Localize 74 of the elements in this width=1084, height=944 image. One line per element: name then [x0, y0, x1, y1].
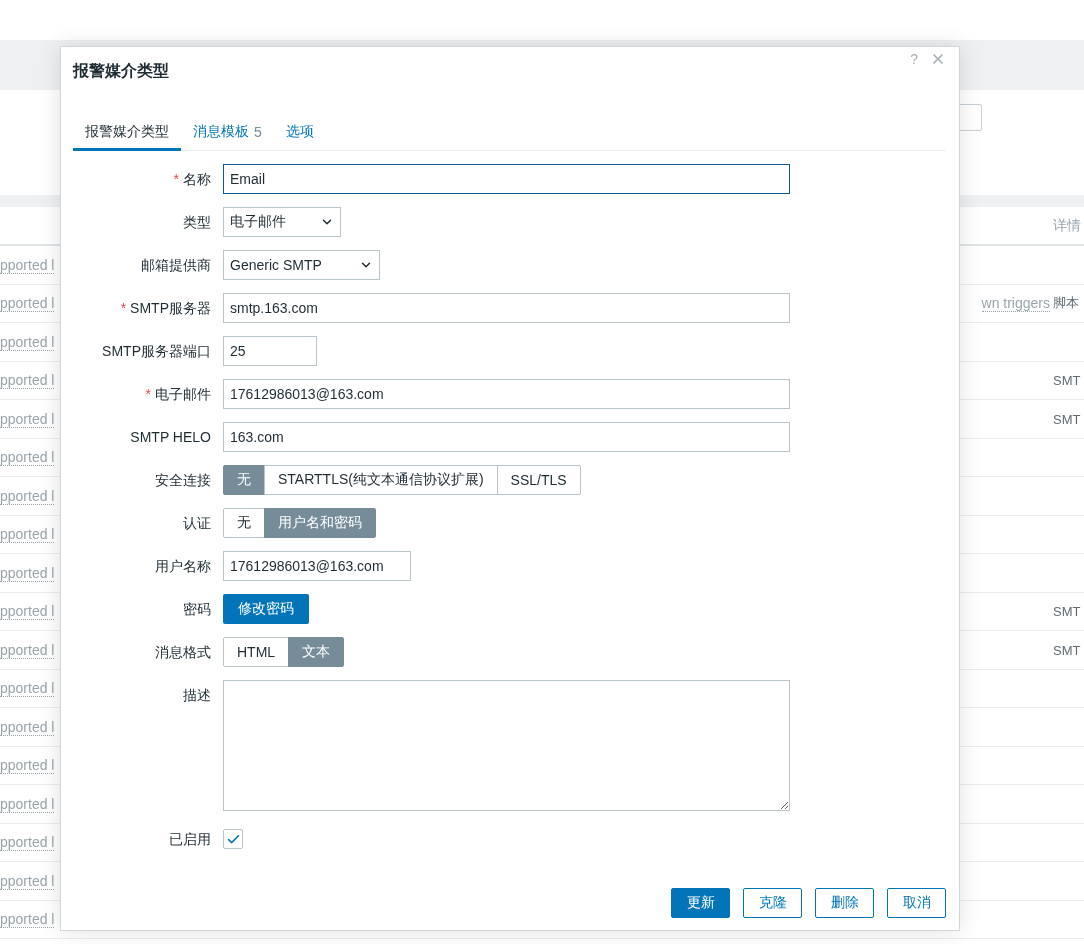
table-link[interactable]: pported l: [0, 603, 55, 621]
select-field[interactable]: Generic SMTP: [223, 250, 380, 280]
dialog-button[interactable]: 更新: [671, 888, 730, 918]
text-field[interactable]: 17612986013@163.com: [223, 551, 411, 581]
table-link[interactable]: pported l: [0, 680, 55, 698]
table-link[interactable]: pported l: [0, 526, 55, 544]
change-password-button[interactable]: 修改密码: [223, 594, 309, 624]
help-icon[interactable]: ?: [910, 51, 918, 67]
table-link[interactable]: pported l: [0, 872, 55, 890]
table-cell: SMT: [1053, 642, 1081, 658]
select-field[interactable]: 电子邮件: [223, 207, 341, 237]
field-label: 认证: [183, 515, 211, 531]
text-field[interactable]: 17612986013@163.com: [223, 379, 790, 409]
dialog-button[interactable]: 克隆: [743, 888, 802, 918]
table-link[interactable]: pported l: [0, 487, 55, 505]
segment-option[interactable]: SSL/TLS: [496, 465, 581, 495]
dialog-button[interactable]: 取消: [887, 888, 946, 918]
dialog-button[interactable]: 删除: [815, 888, 874, 918]
table-cell: SMT: [1053, 411, 1081, 427]
field-label: 用户名称: [155, 558, 211, 574]
tab-label: 消息模板: [193, 123, 249, 141]
table-link[interactable]: pported l: [0, 372, 55, 390]
tab-label: 选项: [285, 123, 314, 141]
segment-option[interactable]: 文本: [288, 637, 345, 667]
field-label: 类型: [183, 214, 211, 230]
field-label: SMTP服务器: [130, 300, 211, 316]
tab[interactable]: 报警媒介类型: [73, 116, 181, 151]
segment-option[interactable]: 无: [223, 508, 265, 538]
field-label: 电子邮件: [155, 386, 211, 402]
segment-option[interactable]: HTML: [223, 637, 290, 667]
table-link[interactable]: pported l: [0, 295, 55, 313]
field-label: 安全连接: [155, 472, 211, 488]
text-field[interactable]: Email: [223, 164, 790, 194]
enabled-checkbox[interactable]: [223, 829, 243, 849]
text-field[interactable]: smtp.163.com: [223, 293, 790, 323]
table-cell: 脚本: [1053, 295, 1079, 311]
segment-option[interactable]: 无: [223, 465, 265, 495]
field-label: SMTP HELO: [130, 429, 211, 445]
field-label: 描述: [183, 687, 211, 703]
segment-option[interactable]: STARTTLS(纯文本通信协议扩展): [264, 465, 498, 495]
segment-option[interactable]: 用户名和密码: [264, 508, 376, 538]
text-field[interactable]: 163.com: [223, 422, 790, 452]
table-link[interactable]: pported l: [0, 256, 55, 274]
required-mark: *: [145, 386, 151, 402]
table-link[interactable]: pported l: [0, 911, 55, 929]
field-label: 已启用: [169, 831, 211, 847]
table-link[interactable]: pported l: [0, 834, 55, 852]
table-cell: SMT: [1053, 604, 1081, 620]
table-link[interactable]: pported l: [0, 333, 55, 351]
tab-count: 5: [254, 124, 262, 140]
text-field[interactable]: 25: [223, 336, 317, 366]
dialog-title: 报警媒介类型: [73, 61, 169, 81]
tab-label: 报警媒介类型: [85, 123, 169, 141]
table-link[interactable]: pported l: [0, 718, 55, 736]
field-label: 名称: [183, 171, 211, 187]
field-label: 密码: [183, 601, 211, 617]
close-icon[interactable]: [930, 51, 946, 67]
table-link[interactable]: pported l: [0, 410, 55, 428]
description-field[interactable]: [223, 680, 790, 811]
field-label: 消息格式: [155, 644, 211, 660]
tab[interactable]: 选项: [273, 116, 326, 151]
column-header: 详情: [1053, 216, 1081, 233]
table-link[interactable]: pported l: [0, 641, 55, 659]
table-link[interactable]: pported l: [0, 795, 55, 813]
table-link[interactable]: pported l: [0, 449, 55, 467]
table-link[interactable]: pported l: [0, 757, 55, 775]
required-mark: *: [120, 300, 127, 316]
field-label: 邮箱提供商: [141, 257, 211, 273]
required-mark: *: [173, 171, 179, 187]
table-link[interactable]: wn triggers: [981, 295, 1050, 313]
table-cell: SMT: [1053, 373, 1081, 389]
tab[interactable]: 消息模板 5: [181, 116, 274, 151]
table-link[interactable]: pported l: [0, 564, 55, 582]
field-label: SMTP服务器端口: [102, 343, 211, 359]
